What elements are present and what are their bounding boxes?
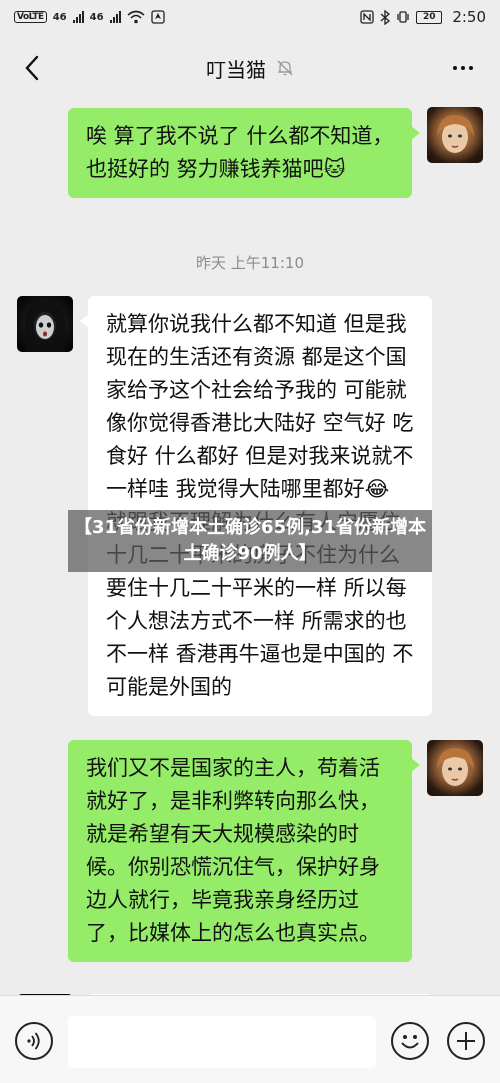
battery-icon: 20 xyxy=(416,10,443,24)
chat-title: 叮当猫 xyxy=(206,54,294,83)
more-dot-icon xyxy=(469,66,473,70)
signal-bars-2-icon xyxy=(109,11,121,23)
volte-badge: VoLTE xyxy=(14,11,47,23)
mute-bell-icon xyxy=(277,60,293,76)
message-text-input[interactable] xyxy=(68,1016,376,1068)
message-timestamp: 昨天 上午11:10 xyxy=(196,254,304,272)
cat-emoji-icon: 🐱 xyxy=(323,157,346,181)
vibrate-icon xyxy=(397,11,409,23)
signal-2-label: 46 xyxy=(89,11,104,23)
contact-name: 叮当猫 xyxy=(206,57,266,82)
more-dot-icon xyxy=(453,66,457,70)
wifi-icon xyxy=(127,10,145,24)
doll-portrait-icon xyxy=(437,748,474,786)
chevron-left-icon xyxy=(25,55,39,81)
battery-level: 20 xyxy=(423,12,436,22)
more-options-button[interactable] xyxy=(448,56,478,80)
status-time: 2:50 xyxy=(452,8,486,26)
signal-bars-1-icon xyxy=(72,11,84,23)
contact-avatar[interactable] xyxy=(17,296,73,352)
message-bubble-outgoing[interactable]: 我们又不是国家的主人，苟着活就好了，是非利弊转向那么快，就是希望有天大规模感染的… xyxy=(68,740,420,962)
chat-header: 叮当猫 xyxy=(0,34,500,102)
bluetooth-icon xyxy=(380,9,391,25)
status-bar: VoLTE 46 46 20 2:50 xyxy=(0,0,500,34)
status-bar-left: VoLTE 46 46 xyxy=(14,10,165,24)
message-text: 我们又不是国家的主人，苟着活就好了，是非利弊转向那么快，就是希望有天大规模感染的… xyxy=(86,756,380,945)
emoji-button[interactable] xyxy=(391,1022,429,1060)
status-bar-right: 20 2:50 xyxy=(360,8,486,26)
message-bubble-incoming[interactable]: 就算你说我什么都不知道 但是我现在的生活还有资源 都是这个国家给予这个社会给予我… xyxy=(80,296,432,716)
doll-portrait-icon xyxy=(437,115,474,153)
news-caption-overlay: 【31省份新增本土确诊65例,31省份新增本土确诊90例人】 xyxy=(68,510,432,572)
smiley-icon xyxy=(401,1035,419,1049)
more-dot-icon xyxy=(461,66,465,70)
dark-portrait-icon xyxy=(25,302,65,352)
more-functions-button[interactable] xyxy=(447,1022,485,1060)
message-bubble-outgoing[interactable]: 唉 算了我不说了 什么都不知道，也挺好的 努力赚钱养猫吧🐱 xyxy=(68,108,420,198)
message-input-bar xyxy=(0,995,500,1083)
my-avatar[interactable] xyxy=(427,107,483,163)
location-icon xyxy=(150,10,165,24)
signal-1-label: 46 xyxy=(52,11,67,23)
my-avatar[interactable] xyxy=(427,740,483,796)
back-button[interactable] xyxy=(18,54,46,82)
voice-wave-icon xyxy=(27,1032,40,1050)
message-text: 唉 算了我不说了 什么都不知道，也挺好的 努力赚钱养猫吧 xyxy=(86,124,394,181)
plus-icon xyxy=(457,1032,475,1050)
laughing-emoji-icon: 😂 xyxy=(364,477,390,501)
voice-input-button[interactable] xyxy=(15,1022,53,1060)
nfc-icon xyxy=(360,10,374,24)
